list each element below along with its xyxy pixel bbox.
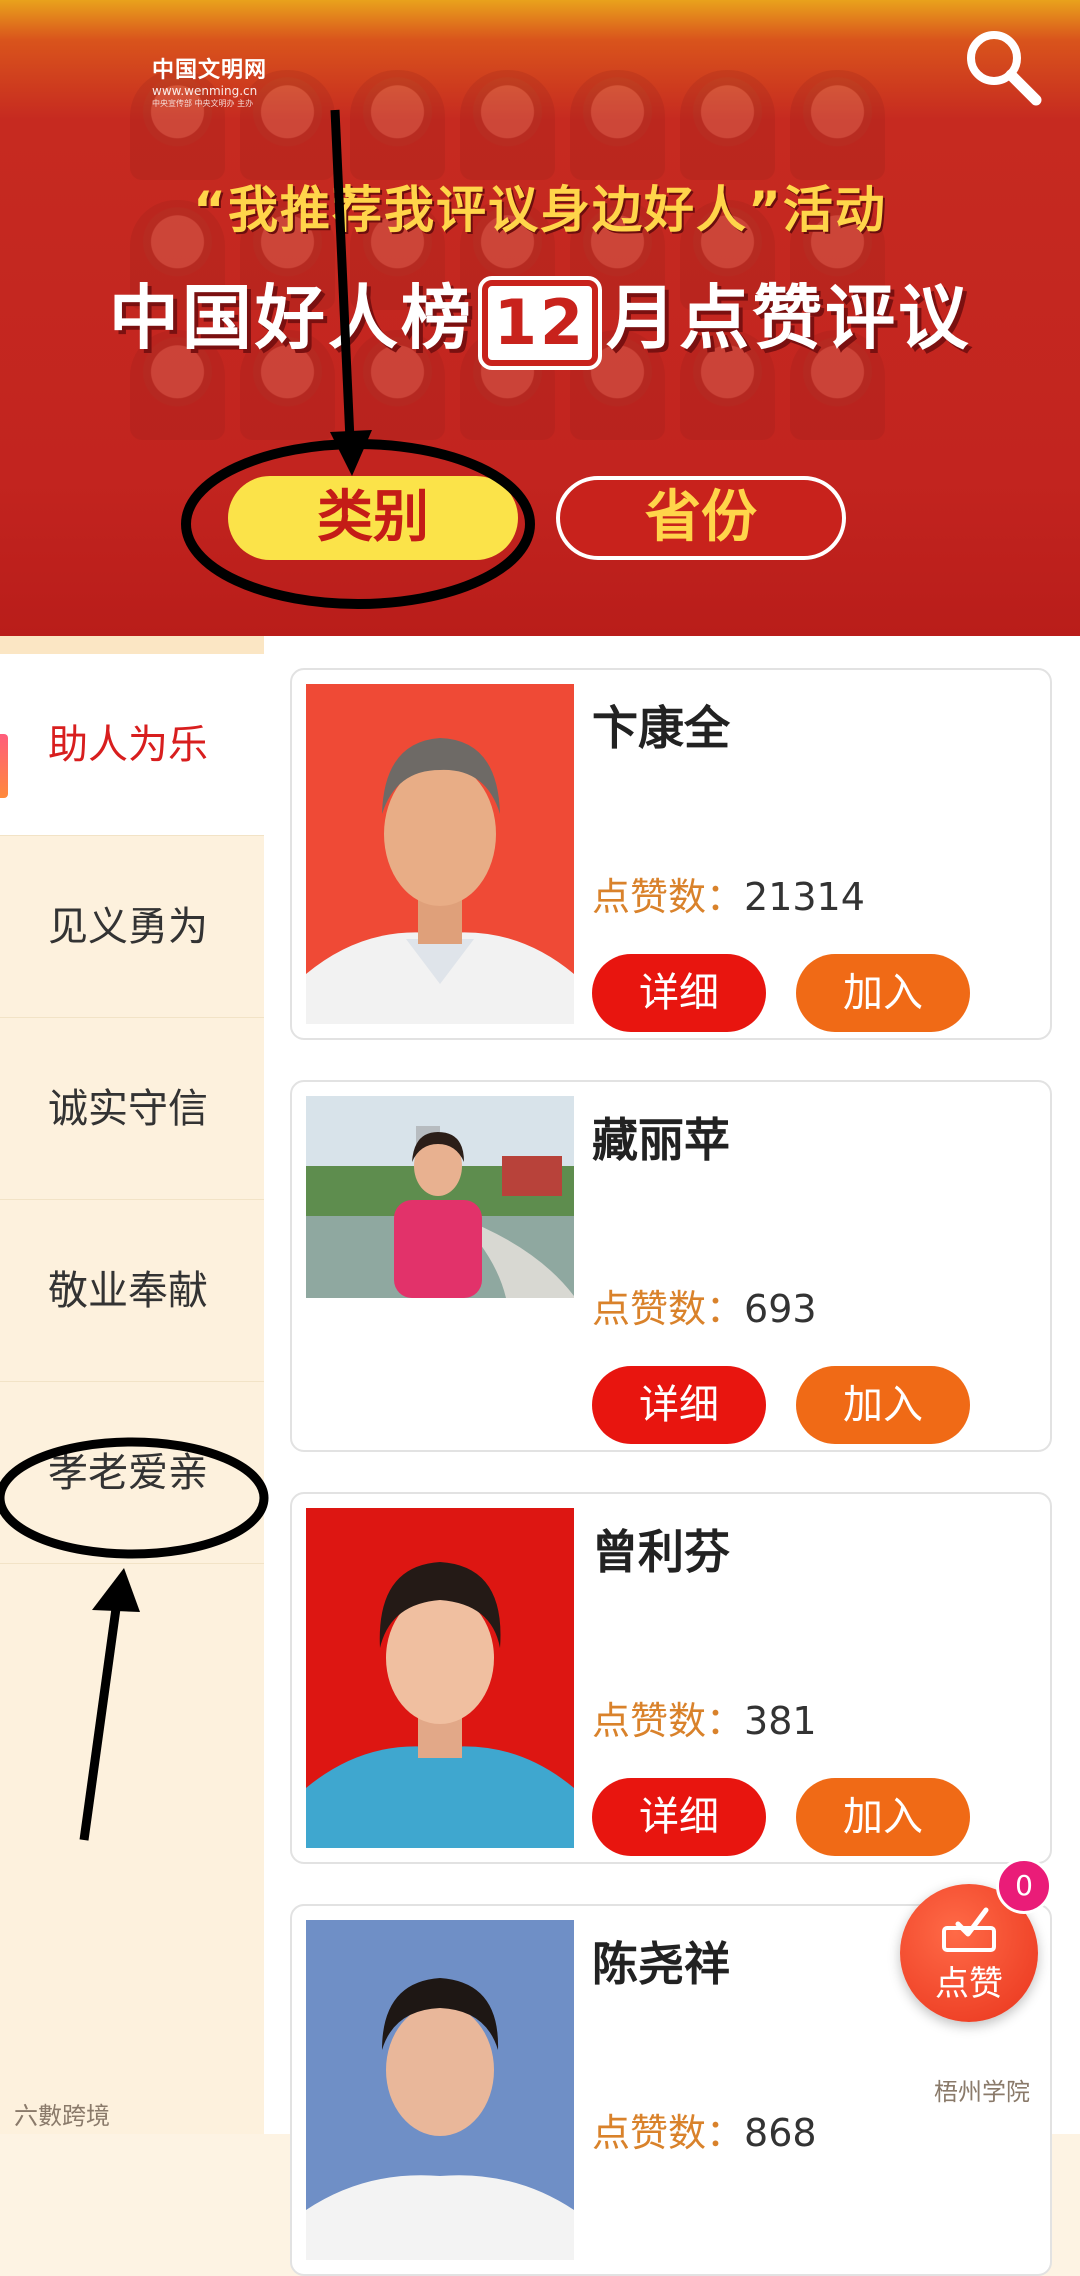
like-count-value: 868 [744,2111,817,2155]
like-count-label: 点赞数： [592,1699,745,1743]
month-badge: 12 [477,275,603,370]
nominee-photo [306,1508,574,1848]
like-count-label: 点赞数： [592,875,745,919]
search-button[interactable] [960,24,1046,110]
nominee-name: 曾利芬 [592,1525,730,1579]
like-count: 点赞数：693 [592,1278,817,1333]
like-count-label: 点赞数： [592,1287,745,1331]
nominee-card[interactable]: 卞康全 点赞数：21314 详细 加入 [290,668,1052,1040]
watermark-right: 梧州学院 [934,2078,1030,2106]
headline-suffix: 月点赞评议 [606,277,972,359]
headline-prefix: 中国好人榜 [108,277,474,359]
activity-banner: 中国文明网 www.wenming.cn 中央宣传部 中央文明办 主办 “我推荐… [0,0,1080,636]
activity-subtitle: “我推荐我评议身边好人”活动 [193,181,887,239]
sidebar-item-bravery[interactable]: 见义勇为 [0,836,264,1018]
logo-url: www.wenming.cn [152,84,258,98]
join-button[interactable]: 加入 [796,954,970,1032]
like-count-value: 381 [744,1699,817,1743]
like-count-value: 21314 [744,875,865,919]
banner-portrait-collage [130,70,930,450]
like-count-label: 点赞数： [592,2111,745,2155]
activity-headline: 中国好人榜 12 月点赞评议 [0,262,1080,370]
nominee-name: 陈尧祥 [592,1937,730,1991]
like-count: 点赞数：21314 [592,866,865,921]
logo-sponsor: 中央宣传部 中央文明办 主办 [152,99,254,108]
like-fab-label: 点赞 [935,1964,1003,2004]
like-count-value: 693 [744,1287,817,1331]
logo-title: 中国文明网 [152,58,268,83]
sidebar-item-filial-piety[interactable]: 孝老爱亲 [0,1382,264,1564]
category-sidebar: 助人为乐 见义勇为 诚实守信 敬业奉献 孝老爱亲 [0,636,264,2134]
nominee-card[interactable]: 藏丽苹 点赞数：693 详细 加入 [290,1080,1052,1452]
like-count-badge: 0 [996,1858,1052,1914]
sidebar-item-helping-others[interactable]: 助人为乐 [0,654,264,836]
wenming-logo: 中国文明网 www.wenming.cn 中央宣传部 中央文明办 主办 [152,52,267,109]
nominee-card[interactable]: 曾利芬 点赞数：381 详细 加入 [290,1492,1052,1864]
nominee-photo [306,684,574,1024]
nominee-photo [306,1920,574,2260]
like-count: 点赞数：868 [592,2102,817,2157]
sidebar-item-honesty[interactable]: 诚实守信 [0,1018,264,1200]
detail-button[interactable]: 详细 [592,954,766,1032]
like-fab-button[interactable]: 点赞 0 [900,1858,1052,2022]
nominee-photo [306,1096,574,1298]
like-count: 点赞数：381 [592,1690,817,1745]
nominee-name: 卞康全 [592,701,730,755]
join-button[interactable]: 加入 [796,1366,970,1444]
nominee-name: 藏丽苹 [592,1113,730,1167]
watermark-left: 六數跨境 [14,2102,110,2130]
join-button[interactable]: 加入 [796,1778,970,1856]
tab-category[interactable]: 类别 [228,476,518,560]
detail-button[interactable]: 详细 [592,1366,766,1444]
search-icon [967,31,1042,106]
sidebar-item-dedication[interactable]: 敬业奉献 [0,1200,264,1382]
tab-province[interactable]: 省份 [556,476,846,560]
sidebar-top-strip [0,636,264,654]
detail-button[interactable]: 详细 [592,1778,766,1856]
